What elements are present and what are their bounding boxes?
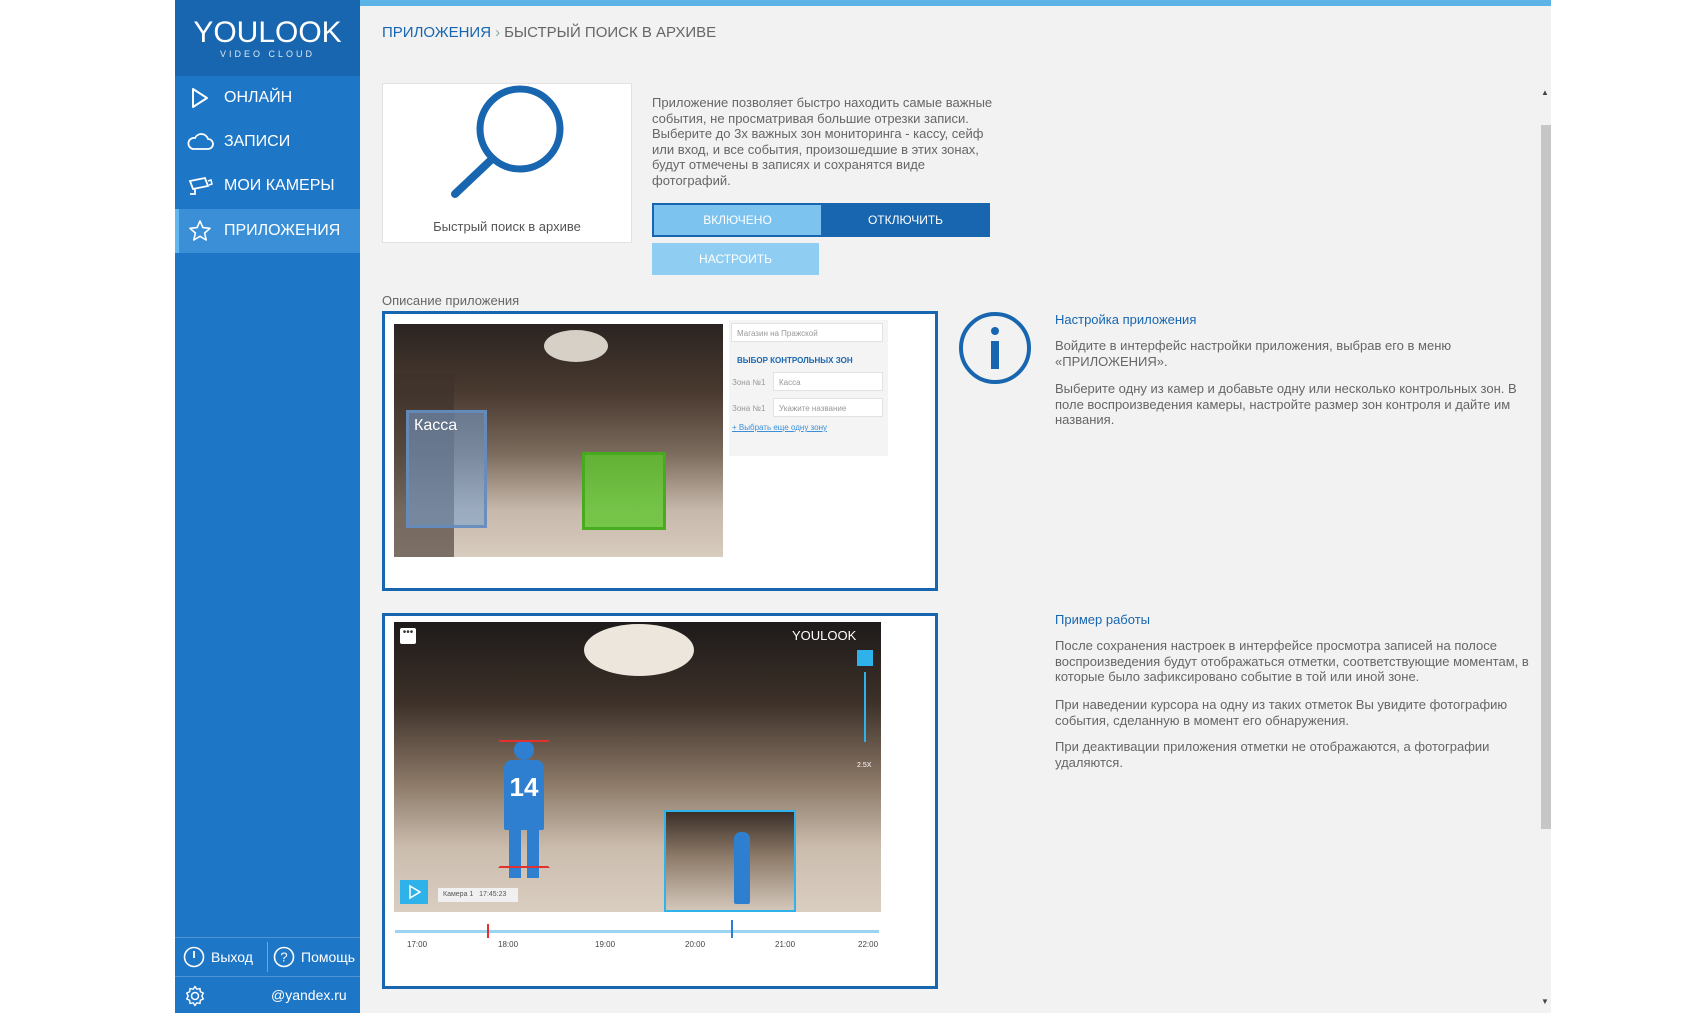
overlay-brand: YOULOOK (792, 628, 857, 643)
brand-name: YOULOOK (193, 16, 342, 49)
search-icon (447, 84, 567, 204)
camera-time: 17:45:23 (479, 891, 507, 898)
breadcrumb-current: БЫСТРЫЙ ПОИСК В АРХИВЕ (504, 24, 717, 41)
sidebar-item-my-cameras[interactable]: МОИ КАМЕРЫ (175, 164, 360, 208)
sidebar-item-label: ЗАПИСИ (224, 133, 291, 150)
svg-text:?: ? (280, 950, 287, 965)
scroll-down-icon[interactable]: ▼ (1541, 997, 1549, 1006)
power-icon (183, 946, 205, 968)
timeline-label-5: 22:00 (858, 940, 879, 949)
configure-button[interactable]: НАСТРОИТЬ (652, 243, 819, 275)
timeline-label-3: 20:00 (685, 940, 706, 949)
camera-time-label: Камера 1 17:45:23 (438, 888, 518, 902)
setup-title: Настройка приложения (1055, 312, 1197, 327)
timeline-label-0: 17:00 (407, 940, 428, 949)
zone-overlay-green (582, 452, 666, 530)
example-text-2: При наведении курсора на одну из таких о… (1055, 697, 1508, 728)
zone1-label: Зона №1 (732, 378, 766, 387)
brand-tagline: VIDEO CLOUD (219, 49, 315, 59)
add-zone-link: + Выбрать еще одну зону (732, 423, 827, 432)
timeline-marker-blue (731, 920, 733, 938)
scrollbar-thumb[interactable] (1541, 125, 1551, 829)
zone-overlay-cashier: Касса (406, 410, 487, 528)
breadcrumb: ПРИЛОЖЕНИЯ › БЫСТРЫЙ ПОИСК В АРХИВЕ (382, 24, 716, 41)
event-snapshot (664, 810, 796, 912)
zoom-in-icon (857, 650, 873, 666)
example-text-3: При деактивации приложения отметки не от… (1055, 739, 1490, 770)
zones-heading: ВЫБОР КОНТРОЛЬНЫХ ЗОН (737, 356, 853, 365)
app-window: YOULOOK VIDEO CLOUD ОНЛАЙН ЗАПИСИ МОИ КА… (175, 0, 1551, 1013)
zone2-field: Укажите название (773, 398, 883, 417)
sidebar-item-apps[interactable]: ПРИЛОЖЕНИЯ (175, 209, 360, 253)
timeline: 17:00 18:00 19:00 20:00 21:00 22:00 (395, 916, 879, 950)
info-icon (958, 311, 1032, 390)
sidebar-item-label: ОНЛАЙН (224, 89, 293, 106)
store-name-field: Магазин на Пражской (731, 323, 883, 342)
breadcrumb-root[interactable]: ПРИЛОЖЕНИЯ (382, 24, 491, 41)
timeline-label-2: 19:00 (595, 940, 616, 949)
chevron-right-icon: › (495, 24, 501, 41)
timeline-marker-red (487, 924, 489, 938)
play-button (400, 880, 428, 904)
account-bar: @yandex.ru (175, 976, 360, 1014)
lamp-shape (544, 330, 608, 362)
zone2-label: Зона №1 (732, 404, 766, 413)
setup-text-1: Войдите в интерфейс настройки приложения… (1055, 338, 1452, 369)
zone1-field: Касса (773, 372, 883, 391)
star-icon (186, 219, 214, 243)
setup-text-2: Выберите одну из камер и добавьте одну и… (1055, 381, 1517, 427)
footer-divider (267, 942, 268, 972)
app-description: Приложение позволяет быстро находить сам… (652, 95, 993, 188)
snapshot-person (734, 832, 750, 904)
sidebar: YOULOOK VIDEO CLOUD ОНЛАЙН ЗАПИСИ МОИ КА… (175, 0, 360, 1013)
example-text-1: После сохранения настроек в интерфейсе п… (1055, 638, 1529, 684)
app-card: Быстрый поиск в архиве (382, 83, 632, 243)
setup-illustration: Касса Магазин на Пражской ВЫБОР КОНТРОЛЬ… (382, 311, 938, 591)
store-photo: Касса (394, 324, 723, 557)
zone-settings-panel: Магазин на Пражской ВЫБОР КОНТРОЛЬНЫХ ЗО… (729, 320, 888, 456)
logo[interactable]: YOULOOK VIDEO CLOUD (175, 0, 360, 76)
sidebar-item-label: ПРИЛОЖЕНИЯ (224, 222, 341, 239)
zone-label: Касса (414, 417, 458, 434)
timeline-bar (395, 930, 879, 933)
help-icon: ? (273, 946, 295, 968)
app-name: Быстрый поиск в архиве (433, 219, 581, 234)
camera-icon (186, 174, 214, 198)
sidebar-item-online[interactable]: ОНЛАЙН (175, 76, 360, 120)
timeline-label-4: 21:00 (775, 940, 796, 949)
top-accent-bar (360, 0, 1551, 6)
lamp-shape (584, 624, 694, 676)
cloud-icon (186, 130, 214, 154)
sidebar-item-records[interactable]: ЗАПИСИ (175, 120, 360, 164)
logout-label: Выход (211, 949, 253, 965)
add-zone-text: Выбрать еще одну зону (738, 423, 827, 432)
section-label: Описание приложения (382, 293, 520, 308)
more-icon: ••• (400, 628, 416, 644)
play-icon (186, 86, 214, 110)
zoom-slider (864, 672, 866, 742)
help-label: Помощь (301, 949, 356, 965)
enabled-button[interactable]: ВКЛЮЧЕНО (652, 203, 821, 237)
camera-name: Камера 1 (443, 891, 474, 898)
disable-button[interactable]: ОТКЛЮЧИТЬ (821, 203, 990, 237)
account-email: @yandex.ru (271, 987, 347, 1003)
sidebar-footer: Выход ? Помощь (175, 937, 360, 976)
help-button[interactable]: ? Помощь (273, 938, 355, 976)
timeline-label-1: 18:00 (498, 940, 519, 949)
scroll-up-icon[interactable]: ▲ (1541, 88, 1549, 97)
sidebar-item-label: МОИ КАМЕРЫ (224, 177, 335, 194)
playback-illustration: ••• YOULOOK 2.5X 14 Камера 1 17:45:23 17… (382, 613, 938, 989)
gear-icon[interactable] (184, 985, 206, 1007)
logout-button[interactable]: Выход (183, 938, 253, 976)
store-photo: ••• YOULOOK 2.5X 14 Камера 1 17:45:23 (394, 622, 881, 912)
zoom-level: 2.5X (857, 762, 872, 769)
detection-box (498, 740, 550, 868)
example-title: Пример работы (1055, 612, 1150, 627)
